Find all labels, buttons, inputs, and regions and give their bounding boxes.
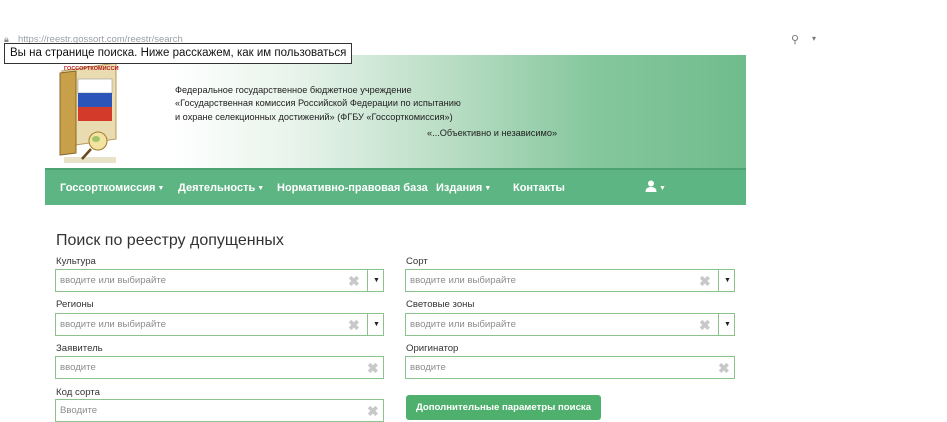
hint-tooltip: Вы на странице поиска. Ниже расскажем, к…	[4, 43, 353, 64]
dropdown-toggle[interactable]: ▼	[367, 314, 383, 335]
culture-label: Культура	[56, 256, 96, 267]
clear-icon[interactable]: ✖	[699, 273, 711, 290]
nav-item-gossort[interactable]: Госсорткомиссия ▼	[60, 182, 164, 194]
main-nav: Госсорткомиссия ▼ Деятельность ▼ Нормативн…	[45, 168, 746, 205]
variety-code-input[interactable]: Вводите ✖	[55, 399, 384, 422]
nav-item-contacts[interactable]: Контакты	[513, 182, 565, 194]
gossort-logo: ГОССОРТКОМИССИЯ	[59, 62, 119, 163]
clear-icon[interactable]: ✖	[367, 360, 379, 377]
nav-label: Контакты	[513, 182, 565, 194]
nav-label: Госсорткомиссия	[60, 182, 156, 194]
dropdown-toggle[interactable]: ▼	[367, 270, 383, 291]
dropdown-toggle[interactable]: ▼	[718, 270, 734, 291]
originator-input[interactable]: вводите ✖	[405, 356, 735, 379]
regions-label: Регионы	[56, 299, 94, 310]
light-zones-combobox[interactable]: вводите или выбирайте ✖ ▼	[405, 313, 735, 336]
caret-down-icon: ▼	[484, 185, 492, 192]
clear-icon[interactable]: ✖	[367, 403, 379, 420]
regions-combobox[interactable]: вводите или выбирайте ✖ ▼	[55, 313, 384, 336]
variety-code-placeholder: Вводите	[60, 405, 98, 416]
light-zones-placeholder: вводите или выбирайте	[410, 319, 516, 330]
page-title: Поиск по реестру допущенных	[56, 232, 284, 249]
variety-code-label: Код сорта	[56, 387, 100, 398]
clear-icon[interactable]: ✖	[718, 360, 730, 377]
chevron-down-icon[interactable]: ▾	[812, 34, 816, 43]
caret-down-icon: ▼	[257, 185, 265, 192]
dropdown-toggle[interactable]: ▼	[718, 314, 734, 335]
user-icon	[645, 180, 657, 192]
org-line: Федеральное государственное бюджетное уч…	[175, 85, 412, 95]
user-menu[interactable]: ▼	[645, 180, 666, 194]
culture-placeholder: вводите или выбирайте	[60, 275, 166, 286]
motto: «...Объективно и независимо»	[427, 128, 558, 138]
originator-label: Оригинатор	[406, 343, 459, 354]
culture-combobox[interactable]: вводите или выбирайте ✖ ▼	[55, 269, 384, 292]
applicant-placeholder: вводите	[60, 362, 96, 373]
applicant-label: Заявитель	[56, 343, 103, 354]
site-header: ГОССОРТКОМИССИЯ Федеральное государствен…	[45, 55, 746, 168]
caret-down-icon: ▼	[373, 321, 380, 328]
nav-item-legal[interactable]: Нормативно-правовая база	[277, 182, 428, 194]
caret-down-icon: ▼	[724, 277, 731, 284]
nav-item-publications[interactable]: Издания ▼	[436, 182, 491, 194]
variety-label: Сорт	[406, 256, 428, 267]
applicant-input[interactable]: вводите ✖	[55, 356, 384, 379]
clear-icon[interactable]: ✖	[348, 317, 360, 334]
caret-down-icon: ▼	[659, 185, 666, 192]
zoom-icon[interactable]: ⚲	[791, 33, 799, 46]
light-zones-label: Световые зоны	[406, 299, 475, 310]
org-line: и охране селекционных достижений» (ФГБУ …	[175, 111, 453, 122]
caret-down-icon: ▼	[373, 277, 380, 284]
nav-label: Издания	[436, 182, 483, 194]
clear-icon[interactable]: ✖	[699, 317, 711, 334]
regions-placeholder: вводите или выбирайте	[60, 319, 166, 330]
nav-label: Нормативно-правовая база	[277, 182, 428, 194]
variety-placeholder: вводите или выбирайте	[410, 275, 516, 286]
advanced-search-button[interactable]: Дополнительные параметры поиска	[406, 395, 601, 420]
nav-item-activity[interactable]: Деятельность ▼	[178, 182, 264, 194]
svg-text:ГОССОРТКОМИССИЯ: ГОССОРТКОМИССИЯ	[64, 66, 119, 72]
clear-icon[interactable]: ✖	[348, 273, 360, 290]
variety-combobox[interactable]: вводите или выбирайте ✖ ▼	[405, 269, 735, 292]
org-name: Федеральное государственное бюджетное уч…	[175, 84, 461, 124]
caret-down-icon: ▼	[157, 185, 165, 192]
nav-label: Деятельность	[178, 182, 256, 194]
caret-down-icon: ▼	[724, 321, 731, 328]
org-line: «Государственная комиссия Российской Фед…	[175, 98, 461, 109]
originator-placeholder: вводите	[410, 362, 446, 373]
